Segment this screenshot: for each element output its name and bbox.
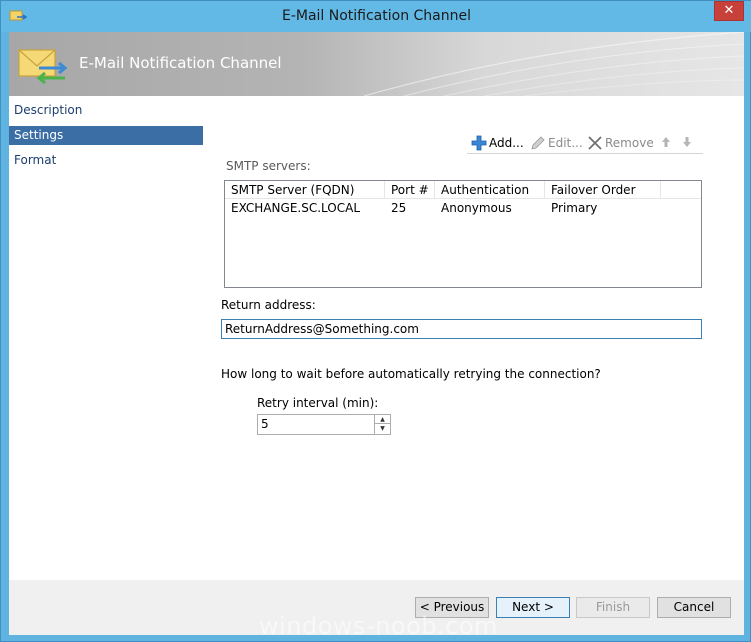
cell-failover-order: Primary [551,201,598,215]
wizard-nav: Description Settings Format [9,96,204,580]
remove-button-label: Remove [605,136,654,150]
pencil-icon [531,136,545,150]
edit-button[interactable]: Edit... [530,134,586,152]
close-button[interactable]: ✕ [714,1,744,21]
finish-button[interactable]: Finish [576,597,650,618]
remove-button[interactable]: Remove [587,134,655,152]
header-swoosh-decoration [364,32,744,96]
column-header-authentication[interactable]: Authentication [435,181,545,199]
move-down-button[interactable] [681,134,695,152]
smtp-servers-label: SMTP servers: [226,159,311,173]
retry-interval-value[interactable]: 5 [261,416,269,433]
arrow-up-icon [662,137,670,147]
next-button[interactable]: Next > [496,597,570,618]
envelope-arrows-icon [18,49,68,85]
retry-interval-label: Retry interval (min): [257,396,379,410]
title-bar[interactable]: E-Mail Notification Channel ✕ [1,1,751,32]
settings-panel: Add... Edit... Remove SMTP servers: SMTP… [204,96,744,580]
stepper-up-icon[interactable]: ▲ [375,415,390,424]
return-address-label: Return address: [221,298,316,312]
move-up-button[interactable] [660,134,674,152]
smtp-toolbar: Add... Edit... Remove [467,132,703,154]
add-button[interactable]: Add... [471,134,529,152]
column-header-server[interactable]: SMTP Server (FQDN) [225,181,385,199]
retry-interval-stepper[interactable]: 5 ▲ ▼ [257,414,391,435]
column-header-failover-order[interactable]: Failover Order [545,181,661,199]
cell-authentication: Anonymous [441,201,512,215]
plus-icon [471,135,487,151]
dialog-window: E-Mail Notification Channel ✕ E-Mail Not… [0,0,751,642]
window-title: E-Mail Notification Channel [281,8,472,24]
remove-x-icon [588,136,602,150]
wizard-header: E-Mail Notification Channel [9,32,744,96]
retry-question-label: How long to wait before automatically re… [221,367,601,381]
nav-item-settings[interactable]: Settings [9,126,203,145]
add-button-label: Add... [489,136,524,150]
nav-item-format[interactable]: Format [9,151,203,170]
stepper-buttons: ▲ ▼ [374,415,390,434]
cell-server: EXCHANGE.SC.LOCAL [231,201,360,215]
smtp-server-list[interactable]: SMTP Server (FQDN) Port # Authentication… [224,180,702,288]
list-header: SMTP Server (FQDN) Port # Authentication… [225,181,701,199]
header-title: E-Mail Notification Channel [79,54,282,72]
stepper-down-icon[interactable]: ▼ [375,424,390,433]
cancel-button[interactable]: Cancel [657,597,731,618]
cell-port: 25 [391,201,407,215]
return-address-input[interactable]: ReturnAddress@Something.com [221,319,702,339]
column-header-port[interactable]: Port # [385,181,435,199]
arrow-down-icon [683,137,691,147]
watermark-text: windows-noob.com [259,612,498,640]
edit-button-label: Edit... [548,136,583,150]
table-row[interactable]: EXCHANGE.SC.LOCAL 25 Anonymous Primary [225,200,701,217]
nav-item-description[interactable]: Description [9,101,203,120]
